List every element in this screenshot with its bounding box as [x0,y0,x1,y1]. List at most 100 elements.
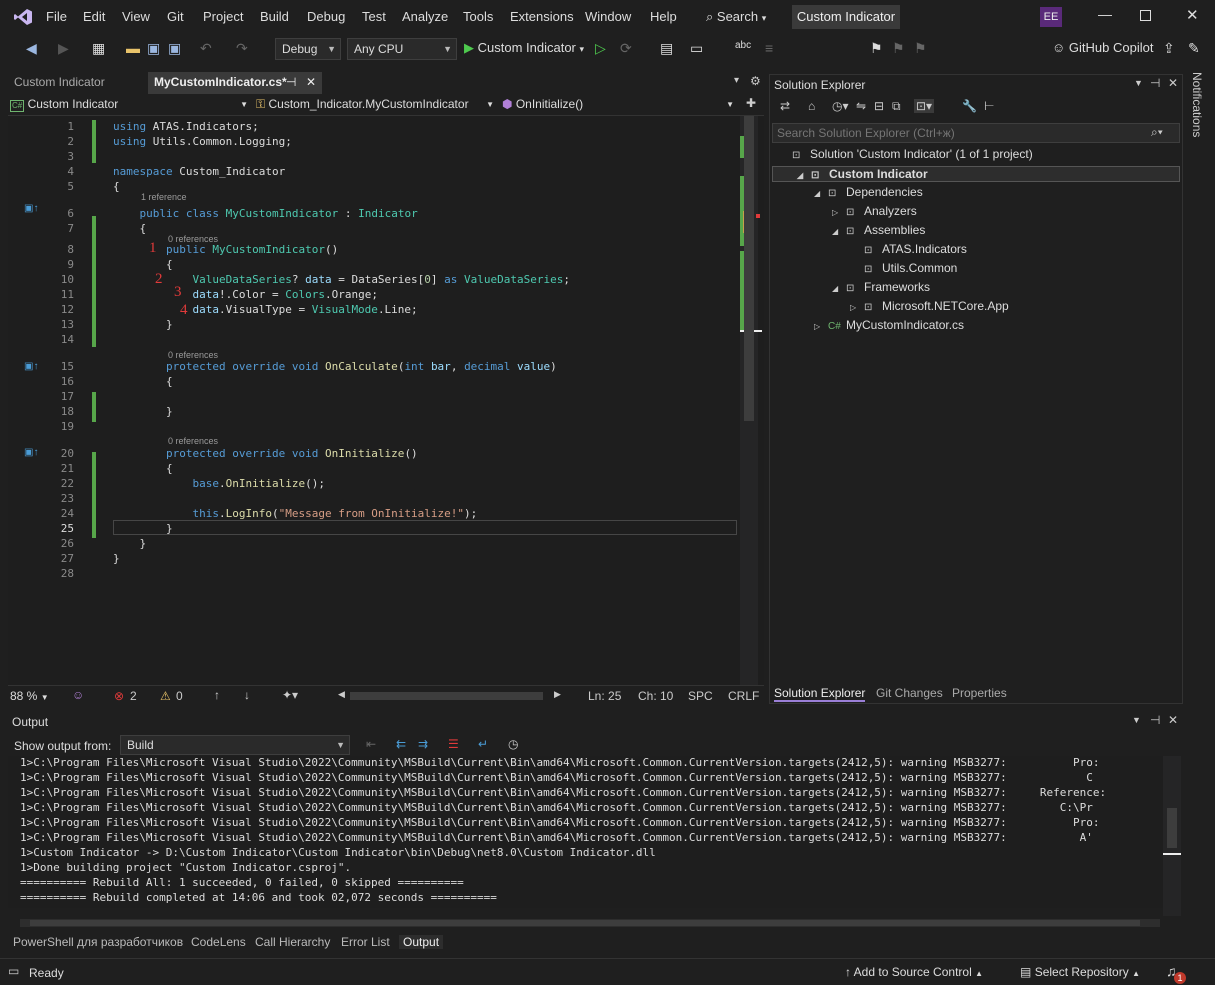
bottom-tab[interactable]: Output [399,935,444,949]
warning-icon[interactable]: ⚠ [160,689,171,703]
tree-item[interactable]: ⊡ ATAS.Indicators [850,242,967,256]
tab-properties[interactable]: Properties [952,686,1007,700]
menu-test[interactable]: Test [362,9,386,24]
tree-item[interactable]: ▷ ⊡ Analyzers [832,204,917,218]
override-marker-icon[interactable]: ▣↑ [24,447,38,458]
bottom-tab[interactable]: CodeLens [191,935,246,949]
error-icon[interactable]: ⊗ [114,689,124,703]
tab-custom-indicator[interactable]: Custom Indicator [8,72,148,94]
override-marker-icon[interactable]: ▣↑ [24,361,38,372]
close-panel-icon[interactable]: ✕ [1168,76,1178,90]
notifications-button[interactable]: ♫ 1 [1166,963,1190,984]
search-button[interactable]: ⌕ Search ▾ [706,9,766,25]
minimize-button[interactable]: — [1098,6,1112,22]
start-without-debug-icon[interactable]: ▷ [595,40,606,57]
project-selector[interactable]: C# Custom Indicator ▼ [10,95,250,114]
expander-icon[interactable]: ▷ [814,322,828,331]
class-selector[interactable]: ⚿ Custom_Indicator.MyCustomIndicator ▼ [256,95,496,114]
warning-count[interactable]: 0 [176,689,183,703]
add-source-control-button[interactable]: ↑ Add to Source Control ▲ [845,965,983,979]
pin-icon[interactable]: ⊣ [286,72,296,92]
scroll-right-icon[interactable]: ▶ [554,689,561,700]
solution-search[interactable]: ⌕▾ [772,123,1180,143]
split-editor-icon[interactable]: ✚ [746,96,756,110]
bookmark-icon[interactable]: ⚑ [870,40,883,57]
menu-git[interactable]: Git [167,9,184,24]
tree-item[interactable]: ◢ ⊡ Custom Indicator [772,166,1180,182]
line-indicator[interactable]: Ln: 25 [588,689,621,703]
cleanup-icon[interactable]: ✦▾ [282,688,298,702]
tab-solution-explorer[interactable]: Solution Explorer [774,686,866,702]
line-ending-indicator[interactable]: CRLF [728,689,759,703]
solution-config-icon[interactable]: ▤ [660,40,673,57]
config-dropdown[interactable]: Debug ▼ [275,38,341,60]
hot-reload-icon[interactable]: ⟳ [620,40,632,57]
history-icon[interactable]: ◷▾ [832,99,849,113]
editor-scrollbar[interactable] [740,116,762,686]
next-message-icon[interactable]: ⇉ [418,737,428,751]
switch-views-icon[interactable]: ⇄ [780,99,790,113]
menu-view[interactable]: View [122,9,150,24]
comment-icon[interactable]: ≡ [765,40,773,56]
class-references[interactable]: 1 reference [141,192,187,202]
pin-panel-icon[interactable]: ⊣ [1150,76,1160,90]
tree-item[interactable]: ⊡ Solution 'Custom Indicator' (1 of 1 pro… [778,147,1033,161]
next-bookmark-icon[interactable]: ⚑ [914,40,927,57]
menu-debug[interactable]: Debug [307,9,345,24]
menu-tools[interactable]: Tools [463,9,493,24]
close-tab-icon[interactable]: ✕ [306,72,316,92]
tab-mycustomindicator[interactable]: MyCustomIndicator.cs* ⊣ ✕ [148,72,322,94]
prev-bookmark-icon[interactable]: ⚑ [892,40,905,57]
expander-icon[interactable]: ◢ [814,189,828,198]
error-count[interactable]: 2 [130,689,137,703]
sync-icon[interactable]: ⇋ [856,99,866,113]
layout-icon[interactable]: ▭ [690,40,703,57]
solution-search-input[interactable] [777,125,1137,141]
collapse-all-icon[interactable]: ⊟ [874,99,884,113]
menu-analyze[interactable]: Analyze [402,9,448,24]
calc-references[interactable]: 0 references [168,350,218,360]
menu-build[interactable]: Build [260,9,289,24]
pin-panel-icon[interactable]: ⊣ [1150,713,1160,727]
expander-icon[interactable]: ◢ [797,171,811,180]
output-vscroll[interactable] [1163,756,1181,916]
tree-item[interactable]: ◢ ⊡ Dependencies [814,185,923,199]
menu-window[interactable]: Window [585,9,631,24]
feedback-icon[interactable]: ✎ [1188,40,1200,57]
new-project-icon[interactable]: ▦ [92,40,105,57]
output-source-dropdown[interactable]: Build ▼ [120,735,350,755]
menu-project[interactable]: Project [203,9,243,24]
menu-help[interactable]: Help [650,9,677,24]
word-wrap-icon[interactable]: ↵ [478,737,488,751]
code-editor[interactable]: 1 2 3 4 5 6 7 8 9 10 11 12 13 14 15 16 17 18 19 20 21 22 23 24 2… [8,115,764,686]
save-all-icon[interactable]: ▣ [168,40,181,57]
save-icon[interactable]: ▣ [147,40,160,57]
init-references[interactable]: 0 references [168,436,218,446]
prev-issue-icon[interactable]: ↑ [214,688,220,702]
scroll-left-icon[interactable]: ◀ [338,689,345,700]
panel-menu-icon[interactable]: ▼ [1134,78,1143,88]
start-button[interactable]: ▶ Custom Indicator ▾ [464,40,584,56]
bottom-tab[interactable]: Error List [341,935,390,949]
expander-icon[interactable]: ▷ [850,303,864,312]
ctor-references[interactable]: 0 references [168,234,218,244]
close-window-button[interactable]: ✕ [1186,6,1199,24]
tree-item[interactable]: ◢ ⊡ Frameworks [832,280,930,294]
filter-icon[interactable]: ⊡▾ [914,99,935,113]
tree-item[interactable]: ⊡ Utils.Common [850,261,957,275]
settings-icon[interactable]: ⚙ [750,74,761,88]
zoom-dropdown[interactable]: 88 % ▼ [10,689,66,703]
platform-dropdown[interactable]: Any CPU ▼ [347,38,457,60]
bottom-tab[interactable]: PowerShell для разработчиков [13,935,183,949]
tree-item[interactable]: ▷ ⊡ Microsoft.NETCore.App [850,299,1009,313]
whitespace-indicator[interactable]: SPC [688,689,713,703]
undo-icon[interactable]: ↶ [200,40,212,57]
next-issue-icon[interactable]: ↓ [244,688,250,702]
back-icon[interactable]: ◀ [26,40,37,57]
show-all-files-icon[interactable]: ⧉ [892,99,901,114]
select-repository-button[interactable]: ▤ Select Repository ▲ [1020,965,1140,979]
maximize-button[interactable] [1140,10,1151,21]
clear-all-icon[interactable]: ☰ [448,737,459,751]
expander-icon[interactable]: ◢ [832,284,846,293]
close-panel-icon[interactable]: ✕ [1168,713,1178,727]
